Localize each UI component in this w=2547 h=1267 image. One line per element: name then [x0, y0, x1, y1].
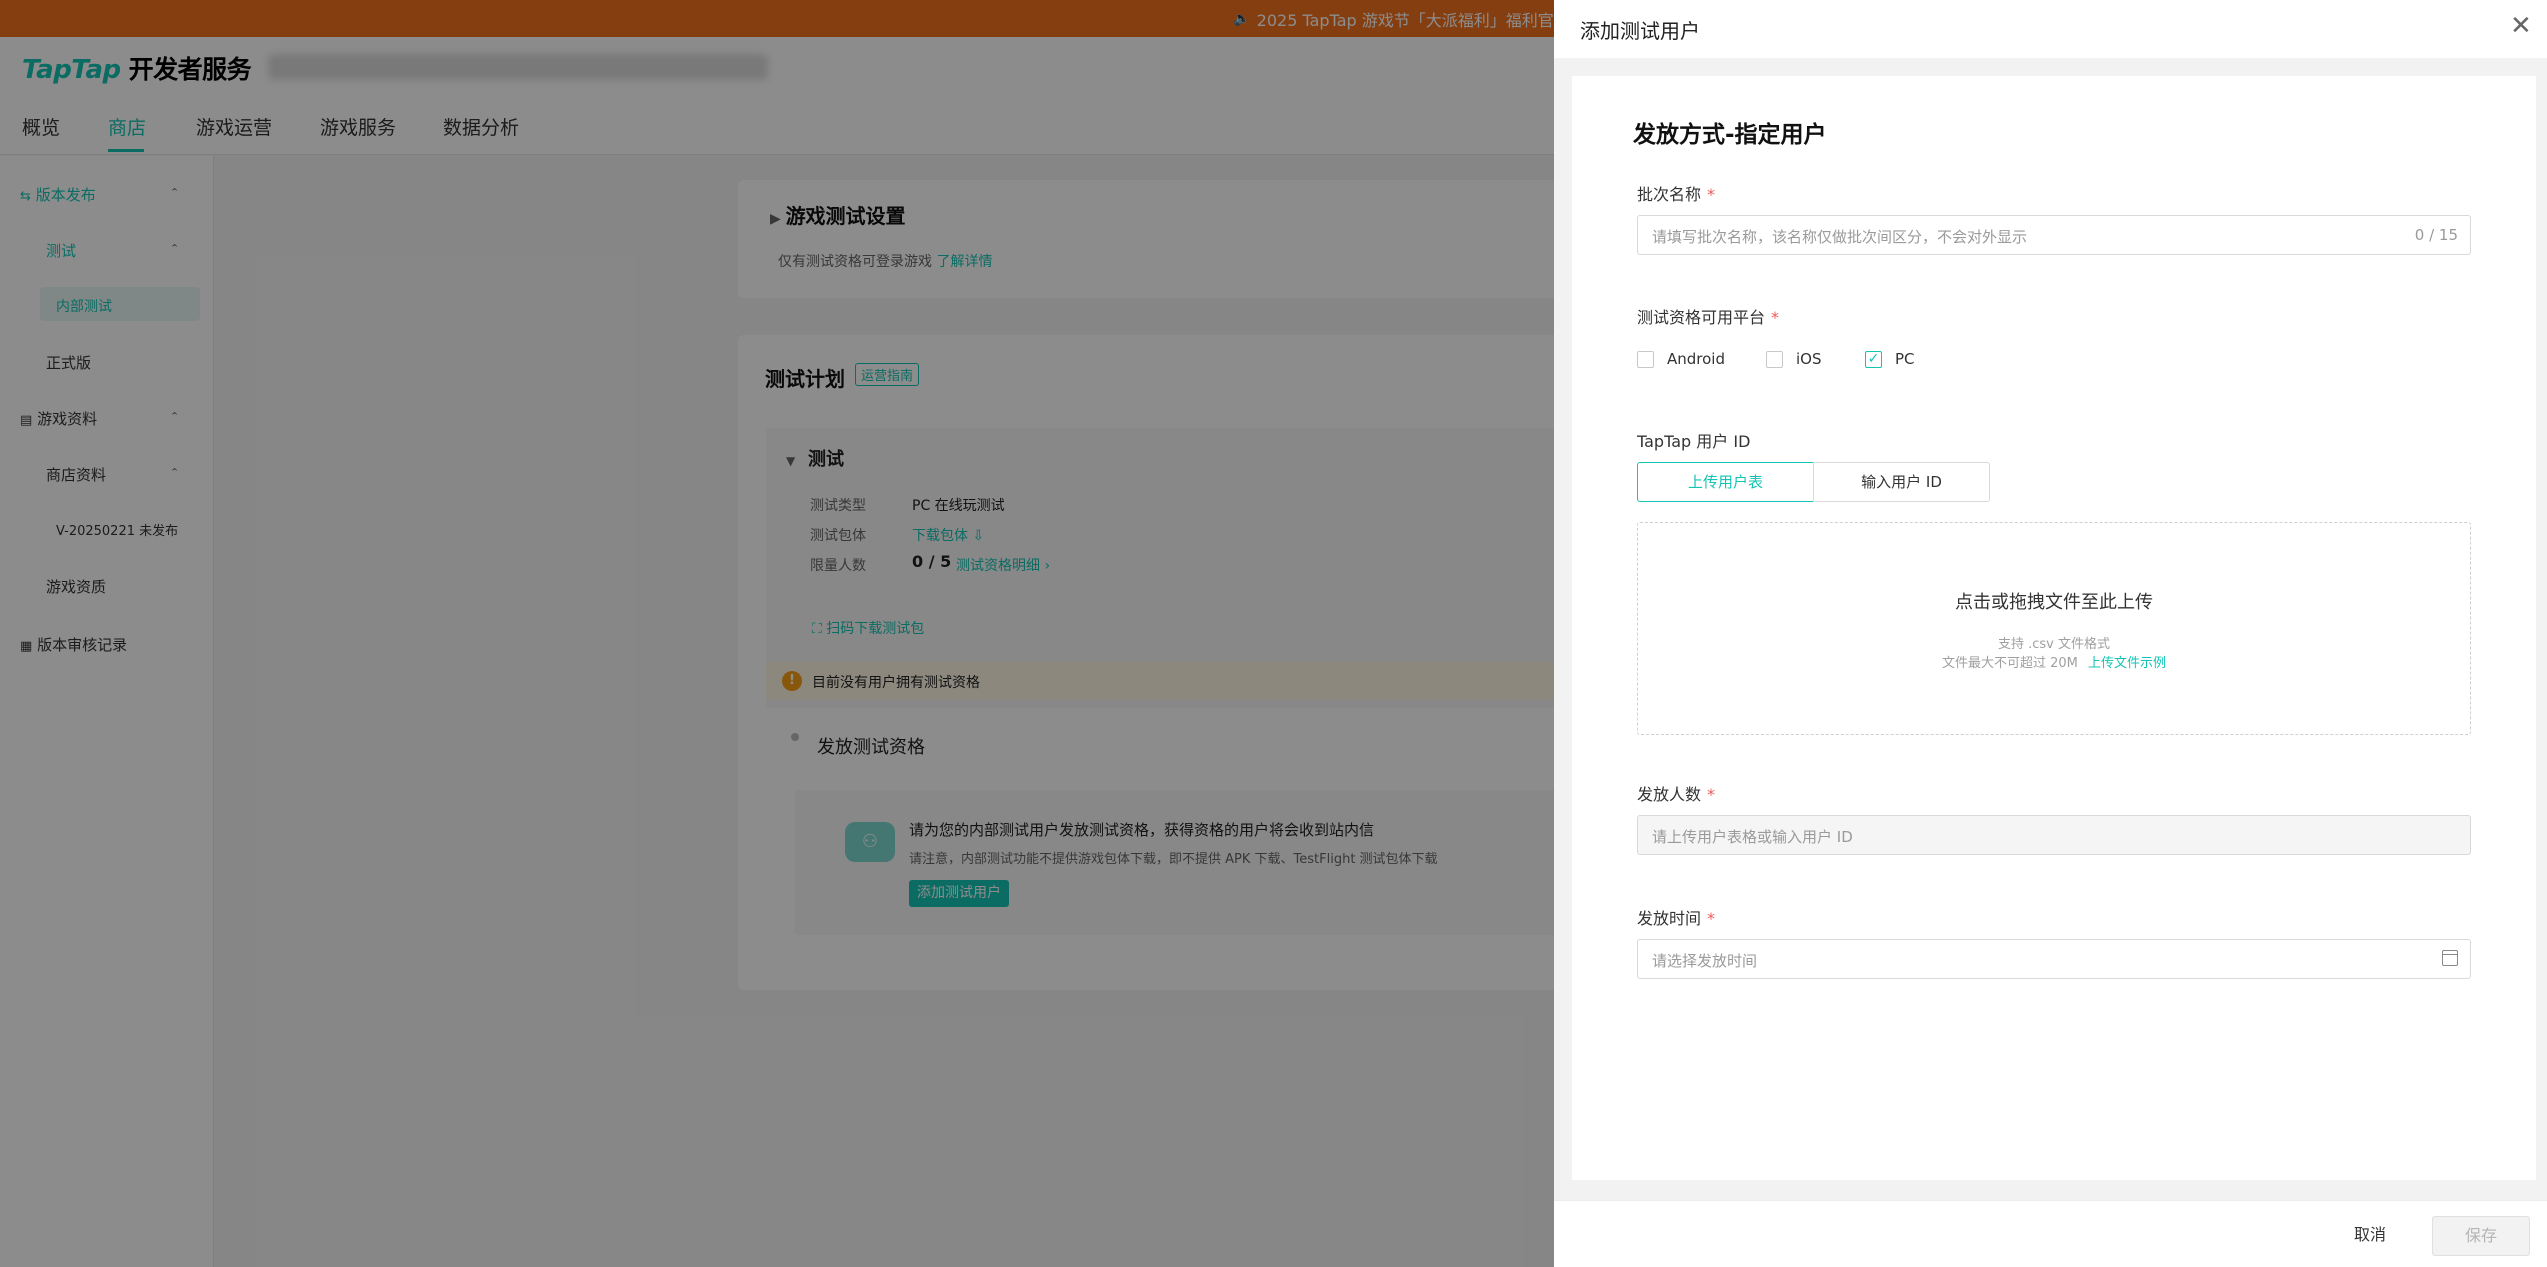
batch-name-label-text: 批次名称 [1637, 185, 1702, 204]
checkbox-unchecked-icon [1637, 350, 1654, 368]
grant-count-input: 请上传用户表格或输入用户 ID [1637, 815, 2471, 855]
platform-ios-checkbox[interactable]: iOS [1766, 350, 1822, 368]
upload-limit-text: 文件最大不可超过 20M [1941, 656, 2078, 671]
batch-name-input[interactable]: 请填写批次名称，该名称仅做批次间区分，不会对外显示 0 / 15 [1637, 215, 2471, 255]
cancel-button[interactable]: 取消 [2340, 1216, 2400, 1254]
grant-time-picker[interactable]: 请选择发放时间 [1637, 939, 2471, 979]
grant-count-label-text: 发放人数 [1637, 785, 1702, 804]
platform-label-text: 测试资格可用平台 [1637, 308, 1766, 327]
batch-name-char-count: 0 / 15 [2414, 226, 2458, 244]
drawer-header [1554, 0, 2547, 58]
upload-title: 点击或拖拽文件至此上传 [1955, 592, 2153, 613]
required-mark: * [1707, 785, 1716, 804]
checkbox-checked-icon: ✓ [1865, 350, 1882, 368]
platform-pc-label: PC [1895, 350, 1915, 368]
file-upload-dropzone[interactable] [1637, 522, 2471, 735]
upload-example-link[interactable]: 上传文件示例 [2088, 656, 2166, 671]
batch-name-label: 批次名称 * [1637, 181, 1715, 205]
upload-user-table-tab[interactable]: 上传用户表 [1637, 462, 1814, 502]
taptap-uid-label: TapTap 用户 ID [1637, 432, 1751, 451]
grant-time-placeholder: 请选择发放时间 [1652, 952, 1758, 970]
platform-ios-label: iOS [1796, 350, 1822, 368]
close-icon[interactable]: ✕ [2510, 12, 2532, 40]
required-mark: * [1771, 308, 1780, 327]
upload-format-hint: 支持 .csv 文件格式 [1997, 637, 2110, 652]
checkbox-unchecked-icon [1766, 350, 1783, 368]
batch-name-placeholder: 请填写批次名称，该名称仅做批次间区分，不会对外显示 [1652, 228, 2028, 246]
platform-label: 测试资格可用平台 * [1637, 304, 1779, 328]
input-user-id-tab[interactable]: 输入用户 ID [1813, 462, 1990, 502]
required-mark: * [1707, 909, 1716, 928]
required-mark: * [1707, 185, 1716, 204]
grant-time-label-text: 发放时间 [1637, 909, 1702, 928]
platform-android-label: Android [1667, 350, 1725, 368]
grant-count-label: 发放人数 * [1637, 781, 1715, 805]
platform-android-checkbox[interactable]: Android [1637, 350, 1725, 368]
save-button[interactable]: 保存 [2432, 1216, 2530, 1256]
drawer-title: 添加测试用户 [1580, 19, 1700, 43]
form-title: 发放方式-指定用户 [1633, 122, 1827, 148]
calendar-icon [2442, 950, 2458, 966]
grant-time-label: 发放时间 * [1637, 905, 1715, 929]
upload-limit-hint: 文件最大不可超过 20M 上传文件示例 [1637, 652, 2471, 671]
grant-count-placeholder: 请上传用户表格或输入用户 ID [1652, 828, 1853, 846]
modal-overlay[interactable] [0, 0, 1554, 1267]
platform-pc-checkbox[interactable]: ✓ PC [1865, 350, 1915, 368]
